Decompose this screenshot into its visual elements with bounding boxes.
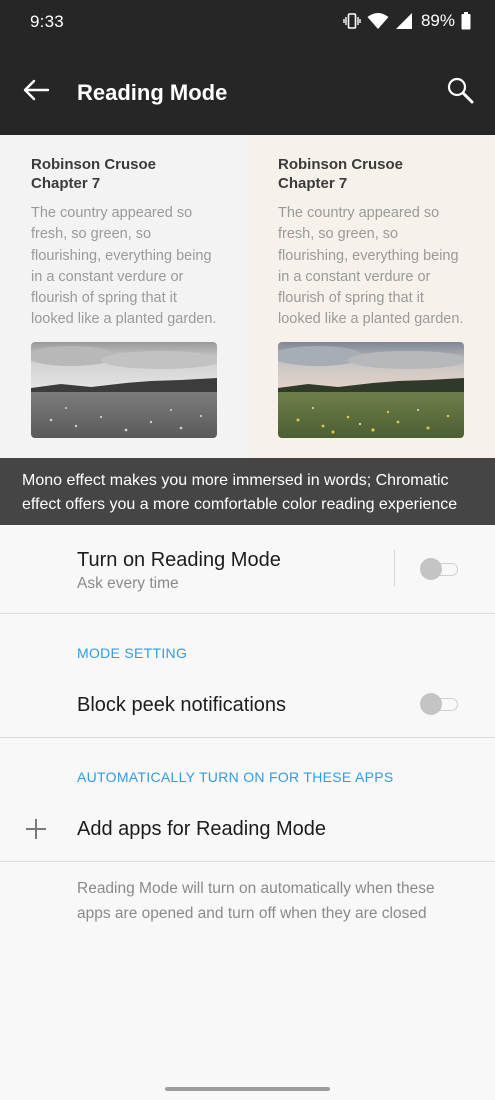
page-title: Reading Mode: [77, 80, 228, 105]
row-divider: [394, 550, 395, 586]
reading-mode-toggle[interactable]: [420, 557, 460, 581]
preview-caption: Mono effect makes you more immersed in w…: [0, 458, 495, 525]
block-peek-toggle[interactable]: [420, 692, 460, 716]
signal-icon: [395, 13, 412, 29]
vibrate-icon: [343, 13, 361, 29]
color-book-title: Robinson Crusoe: [278, 156, 404, 173]
block-peek-label: Block peek notifications: [77, 694, 287, 716]
status-icons: 89%: [343, 9, 471, 33]
block-peek-toggle-thumb: [420, 693, 442, 715]
mono-book-heading: Robinson Crusoe Chapter 7: [31, 155, 156, 193]
add-apps-row[interactable]: Add apps for Reading Mode: [0, 795, 495, 862]
mono-book-title: Robinson Crusoe: [31, 156, 157, 173]
color-book-heading: Robinson Crusoe Chapter 7: [278, 155, 403, 193]
status-time: 9:33: [30, 12, 64, 31]
plus-icon: [26, 819, 46, 839]
battery-icon: [461, 12, 471, 30]
add-apps-label: Add apps for Reading Mode: [77, 818, 327, 840]
reading-mode-label: Turn on Reading Mode: [77, 549, 281, 571]
mono-book-chapter: Chapter 7: [31, 175, 101, 192]
mono-landscape-image: [31, 342, 217, 438]
mono-excerpt: The country appeared so fresh, so green,…: [31, 205, 217, 328]
search-icon: [447, 77, 474, 104]
color-landscape-image: [278, 342, 464, 438]
status-bar: 9:33 89%: [0, 0, 495, 44]
reading-mode-toggle-thumb: [420, 558, 442, 580]
chromatic-preview-card: Robinson Crusoe Chapter 7 The country ap…: [248, 135, 495, 458]
color-book-chapter: Chapter 7: [278, 175, 348, 192]
reading-mode-sub: Ask every time: [77, 575, 179, 592]
home-indicator[interactable]: [165, 1087, 330, 1091]
back-arrow-icon: [23, 79, 50, 101]
back-button[interactable]: [20, 78, 52, 102]
auto-apps-note: Reading Mode will turn on automatically …: [77, 880, 435, 922]
mode-setting-header: MODE SETTING: [77, 645, 188, 661]
battery-percent: 89%: [420, 11, 455, 30]
search-button[interactable]: [445, 76, 477, 108]
wifi-icon: [367, 13, 389, 29]
app-bar: Reading Mode: [0, 44, 495, 135]
reading-preview: Robinson Crusoe Chapter 7 The country ap…: [0, 135, 495, 458]
mono-preview-card: Robinson Crusoe Chapter 7 The country ap…: [0, 135, 248, 458]
color-excerpt: The country appeared so fresh, so green,…: [278, 205, 464, 328]
auto-apps-header: AUTOMATICALLY TURN ON FOR THESE APPS: [77, 769, 394, 785]
